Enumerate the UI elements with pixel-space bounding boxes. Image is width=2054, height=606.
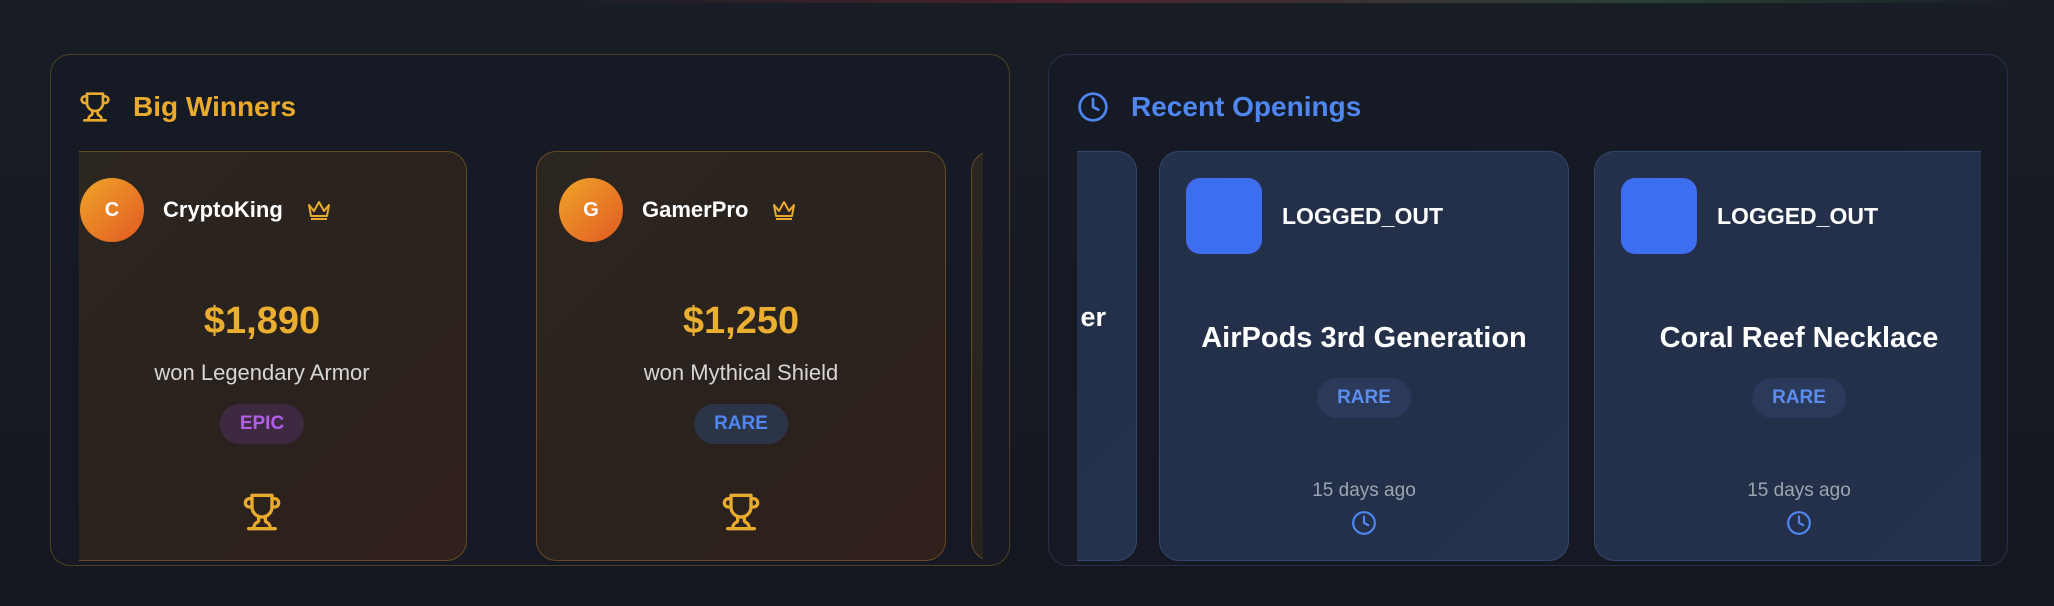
opened-time: 15 days ago xyxy=(1747,480,1851,501)
crown-icon xyxy=(771,199,797,221)
opener-username: LOGGED_OUT xyxy=(1717,202,1879,229)
opening-card[interactable]: LOGGED_OUT AirPods 3rd Generation RARE 1… xyxy=(1159,151,1569,561)
win-amount: $1,890 xyxy=(203,300,321,342)
big-winners-panel: Big Winners C CryptoKing $1,890 won Lege… xyxy=(50,54,1010,566)
item-name-partial: er xyxy=(1080,302,1106,332)
big-winners-carousel[interactable]: C CryptoKing $1,890 won Legendary Armor … xyxy=(79,151,983,565)
rarity-badge: RARE xyxy=(694,404,788,444)
item-name: AirPods 3rd Generation xyxy=(1201,322,1527,354)
opening-card[interactable]: LOGGED_OUT Coral Reef Necklace RARE 15 d… xyxy=(1594,151,1981,561)
recent-openings-panel: Recent Openings er LOGGED_OUT AirPods 3r… xyxy=(1048,54,2008,566)
recent-openings-header: Recent Openings xyxy=(1077,85,1361,129)
winner-card-partial[interactable] xyxy=(971,151,983,561)
winner-username: GamerPro xyxy=(642,197,749,222)
trophy-icon xyxy=(242,490,282,534)
winner-username: CryptoKing xyxy=(163,197,283,222)
crown-icon xyxy=(306,199,332,221)
clock-icon xyxy=(1077,91,1109,123)
won-item-text: won Mythical Shield xyxy=(643,360,839,385)
win-amount: $1,250 xyxy=(682,300,800,342)
opener-username: LOGGED_OUT xyxy=(1282,202,1444,229)
winner-card[interactable]: G GamerPro $1,250 won Mythical Shield RA… xyxy=(536,151,946,561)
item-thumbnail xyxy=(1621,178,1697,254)
winner-card[interactable]: C CryptoKing $1,890 won Legendary Armor … xyxy=(79,151,467,561)
opened-time: 15 days ago xyxy=(1312,480,1416,501)
recent-openings-carousel[interactable]: er LOGGED_OUT AirPods 3rd Generation RAR… xyxy=(1077,151,1981,565)
opening-card-partial[interactable]: er xyxy=(1077,151,1137,561)
clock-icon xyxy=(1351,510,1377,536)
big-winners-header: Big Winners xyxy=(79,85,296,129)
item-thumbnail xyxy=(1186,178,1262,254)
trophy-icon xyxy=(79,91,111,123)
clock-icon xyxy=(1786,510,1812,536)
item-name: Coral Reef Necklace xyxy=(1659,322,1939,354)
panel-title: Recent Openings xyxy=(1131,91,1362,122)
won-item-text: won Legendary Armor xyxy=(154,360,370,385)
rarity-badge: RARE xyxy=(1317,378,1411,418)
avatar: C xyxy=(80,178,144,242)
panel-title: Big Winners xyxy=(133,91,297,122)
top-glow xyxy=(560,0,2020,3)
avatar: G xyxy=(559,178,623,242)
rarity-badge: RARE xyxy=(1752,378,1846,418)
trophy-icon xyxy=(721,490,761,534)
rarity-badge: EPIC xyxy=(219,404,305,444)
